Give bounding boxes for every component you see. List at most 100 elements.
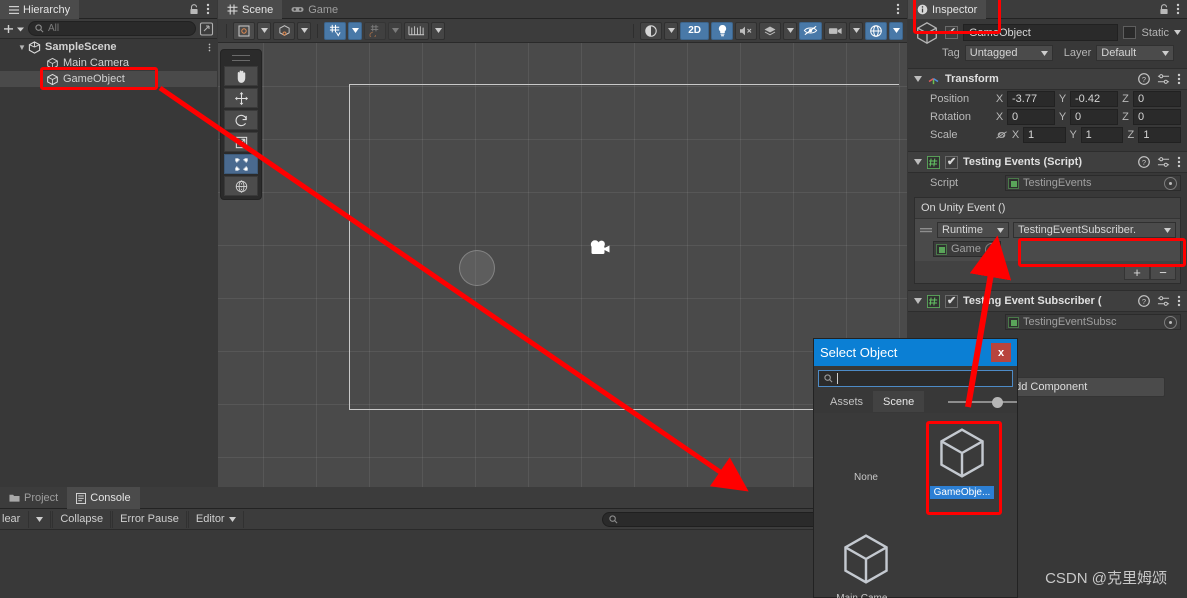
tab-assets[interactable]: Assets <box>820 391 873 412</box>
tab-scene[interactable]: Scene <box>873 391 925 412</box>
preset-icon[interactable] <box>1157 73 1170 85</box>
thumbnail-size-slider[interactable] <box>948 395 1017 409</box>
select-object-item-gameobject[interactable]: GameObje... <box>914 425 1010 502</box>
tab-project[interactable]: Project <box>0 487 67 509</box>
handle-orientation-button[interactable] <box>273 21 295 40</box>
testing-events-component-header[interactable]: Testing Events (Script) ? <box>908 151 1187 173</box>
scale-z-field[interactable]: 1 <box>1138 127 1182 143</box>
close-icon[interactable]: x <box>991 343 1011 362</box>
chevron-down-icon[interactable]: ▼ <box>16 43 28 52</box>
collapse-toggle[interactable]: Collapse <box>52 510 112 528</box>
editor-dropdown[interactable]: Editor <box>187 510 244 528</box>
scale-tool-button[interactable] <box>224 132 258 152</box>
kebab-menu-icon[interactable] <box>1177 73 1181 85</box>
snap-increment-arrow[interactable] <box>388 21 402 40</box>
handle-orientation-arrow[interactable] <box>297 21 311 40</box>
testing-event-subscriber-component-header[interactable]: Testing Event Subscriber ( ? <box>908 290 1187 312</box>
console-log-area[interactable] <box>0 530 908 598</box>
gameobject-name-field[interactable]: GameObject <box>963 24 1119 41</box>
clear-dropdown-arrow[interactable] <box>28 510 52 528</box>
tool-palette-grip[interactable] <box>232 55 250 61</box>
select-object-search-input[interactable] <box>818 370 1013 387</box>
position-y-field[interactable]: -0.42 <box>1070 91 1118 107</box>
static-checkbox[interactable] <box>1123 26 1137 39</box>
kebab-menu-icon[interactable] <box>206 3 210 15</box>
lock-icon[interactable] <box>189 3 199 15</box>
gizmos-toggle-button[interactable] <box>865 21 887 40</box>
select-object-item-main-camera[interactable]: Main Came... <box>818 531 914 598</box>
call-state-dropdown[interactable]: Runtime <box>937 222 1009 238</box>
chevron-down-icon[interactable] <box>1174 30 1181 35</box>
scene-kebab-menu-icon[interactable] <box>896 3 900 15</box>
fx-dropdown-arrow[interactable] <box>783 21 797 40</box>
constrain-proportions-icon[interactable] <box>994 130 1008 140</box>
preset-icon[interactable] <box>1157 295 1170 307</box>
select-object-item-none[interactable]: None <box>818 471 914 487</box>
scene-visibility-toggle-button[interactable] <box>799 21 822 40</box>
toggle-lighting-button[interactable] <box>711 21 733 40</box>
layer-dropdown[interactable]: Default <box>1096 45 1175 61</box>
ruler-arrow[interactable] <box>431 21 445 40</box>
scene-kebab-menu-icon[interactable] <box>208 42 211 53</box>
chevron-down-icon[interactable] <box>914 76 922 82</box>
lock-icon[interactable] <box>1159 3 1169 15</box>
shading-mode-button[interactable] <box>640 21 663 40</box>
scale-x-field[interactable]: 1 <box>1023 127 1066 143</box>
script-object-field[interactable]: TestingEvents <box>1005 175 1181 191</box>
toggle-fx-button[interactable] <box>759 21 781 40</box>
select-object-results-grid[interactable]: None GameObje... Main Came... <box>814 413 1017 598</box>
rotation-x-field[interactable]: 0 <box>1007 109 1055 125</box>
toggle-audio-button[interactable] <box>735 21 757 40</box>
gameobject-circle-gizmo[interactable] <box>459 250 495 286</box>
clear-button[interactable]: lear <box>0 511 27 528</box>
kebab-menu-icon[interactable] <box>1177 295 1181 307</box>
kebab-menu-icon[interactable] <box>1177 156 1181 168</box>
tab-game[interactable]: Game <box>282 0 347 19</box>
chevron-down-icon[interactable] <box>914 298 922 304</box>
add-event-listener-button[interactable]: + <box>1124 264 1150 280</box>
tag-dropdown[interactable]: Untagged <box>964 45 1053 61</box>
tab-hierarchy[interactable]: Hierarchy <box>0 0 80 19</box>
scene-camera-button[interactable] <box>824 21 847 40</box>
testing-events-enabled-checkbox[interactable] <box>945 155 958 169</box>
gameobject-active-checkbox[interactable] <box>945 25 958 39</box>
rotation-z-field[interactable]: 0 <box>1133 109 1181 125</box>
position-x-field[interactable]: -3.77 <box>1007 91 1055 107</box>
gizmos-dropdown-arrow[interactable] <box>889 21 903 40</box>
kebab-menu-icon[interactable] <box>1176 3 1180 15</box>
error-pause-toggle[interactable]: Error Pause <box>112 510 187 528</box>
hierarchy-search-input[interactable]: All <box>28 21 196 36</box>
testing-event-subscriber-enabled-checkbox[interactable] <box>945 294 958 308</box>
hierarchy-row-main-camera[interactable]: Main Camera <box>0 55 217 71</box>
move-tool-button[interactable] <box>224 88 258 108</box>
transform-tool-button[interactable] <box>224 176 258 196</box>
pivot-dropdown-arrow[interactable] <box>257 21 271 40</box>
grid-snap-button[interactable] <box>324 21 346 40</box>
hierarchy-row-samplescene[interactable]: ▼ SampleScene <box>0 39 217 55</box>
pivot-center-button[interactable] <box>233 21 255 40</box>
camera-gizmo-icon[interactable] <box>586 238 612 261</box>
snap-increment-button[interactable] <box>364 21 386 40</box>
rotation-y-field[interactable]: 0 <box>1070 109 1118 125</box>
grid-snap-arrow[interactable] <box>348 21 362 40</box>
toggle-2d-button[interactable]: 2D <box>680 21 709 40</box>
event-function-dropdown[interactable]: TestingEventSubscriber. <box>1013 222 1176 238</box>
tab-inspector[interactable]: Inspector <box>908 0 987 19</box>
scale-y-field[interactable]: 1 <box>1080 127 1124 143</box>
preset-icon[interactable] <box>1157 156 1170 168</box>
create-menu-button[interactable] <box>3 23 25 35</box>
rotate-tool-button[interactable] <box>224 110 258 130</box>
position-z-field[interactable]: 0 <box>1133 91 1181 107</box>
object-picker-icon[interactable] <box>1164 176 1177 190</box>
drag-handle-icon[interactable] <box>919 227 933 233</box>
tab-console[interactable]: Console <box>67 487 140 509</box>
remove-event-listener-button[interactable]: − <box>1150 264 1176 280</box>
help-icon[interactable]: ? <box>1138 73 1150 85</box>
event-target-object-field[interactable]: GameO <box>933 241 1001 257</box>
shading-mode-arrow[interactable] <box>664 21 679 40</box>
object-picker-icon[interactable] <box>985 242 998 256</box>
help-icon[interactable]: ? <box>1138 295 1150 307</box>
chevron-down-icon[interactable] <box>914 159 922 165</box>
tab-scene[interactable]: Scene <box>218 0 283 19</box>
rect-tool-button[interactable] <box>224 154 258 174</box>
